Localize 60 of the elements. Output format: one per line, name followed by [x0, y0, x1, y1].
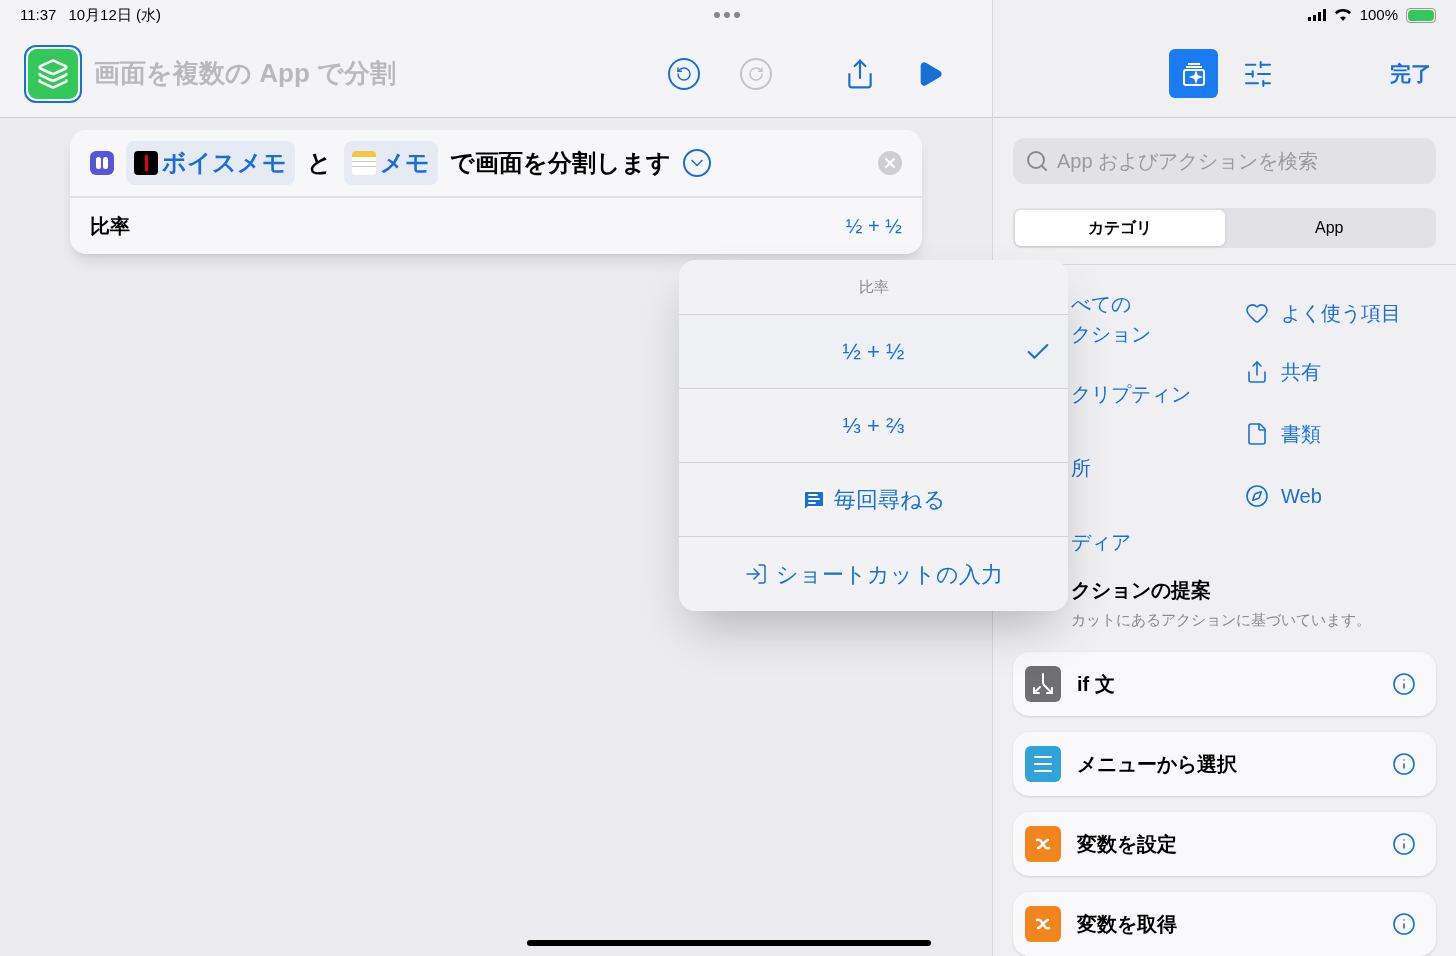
category-link[interactable]: ディア — [1071, 513, 1205, 571]
cellular-signal-icon — [1307, 9, 1326, 21]
search-field[interactable]: App およびアクションを検索 — [1013, 138, 1436, 184]
multitasking-dots-icon[interactable] — [714, 12, 740, 18]
info-icon[interactable] — [1392, 751, 1416, 776]
action-text: と — [307, 148, 332, 178]
action-library-button[interactable] — [1169, 49, 1218, 98]
done-button[interactable]: 完了 — [1390, 57, 1432, 90]
popover-option[interactable]: ショートカットの入力 — [679, 537, 1068, 611]
input-icon — [744, 562, 768, 586]
close-icon — [882, 155, 898, 171]
action-name: 変数を取得 — [1077, 911, 1177, 937]
split-screen-icon — [90, 151, 114, 175]
expand-chevron-icon[interactable] — [683, 149, 711, 177]
category-link[interactable]: よく使う項目 — [1245, 285, 1456, 341]
segment-tab[interactable]: カテゴリ — [1015, 210, 1225, 246]
popover-option[interactable]: 毎回尋ねる — [679, 463, 1068, 537]
battery-charging-icon — [1406, 7, 1436, 23]
info-icon[interactable] — [1392, 671, 1416, 696]
category-link[interactable]: クリプティン — [1071, 365, 1205, 423]
action-text: で画面を分割します — [450, 148, 671, 178]
app-token[interactable]: メモ — [344, 141, 438, 185]
category-link[interactable]: 書類 — [1245, 403, 1456, 465]
speech-bubble-icon — [801, 487, 826, 512]
popover-option[interactable]: ⅓ + ⅔ — [679, 389, 1068, 463]
heart-icon — [1245, 301, 1269, 325]
category-link[interactable]: 所 — [1071, 439, 1205, 497]
voice-memo-app-icon — [134, 151, 158, 175]
action-suggestion[interactable]: 変数を設定 — [1013, 811, 1436, 876]
category-link[interactable]: 共有 — [1245, 341, 1456, 403]
shortcut-app-icon[interactable] — [24, 44, 82, 103]
section-heading: クションの提案 — [1071, 578, 1212, 603]
undo-icon — [676, 65, 692, 82]
undo-button[interactable] — [668, 57, 700, 90]
search-icon — [1025, 149, 1049, 173]
parameter-label: 比率 — [90, 214, 130, 239]
parameter-value[interactable]: ½ + ½ — [845, 211, 902, 241]
share-icon — [1245, 360, 1269, 384]
battery-percentage: 100% — [1359, 4, 1398, 25]
section-subtitle: カットにあるアクションに基づいています。 — [1071, 610, 1372, 630]
document-icon — [1245, 422, 1269, 446]
segment-tab[interactable]: App — [1224, 210, 1434, 246]
category-link[interactable]: Web — [1245, 465, 1456, 527]
notes-app-icon — [352, 151, 376, 175]
category-link[interactable]: べての クション — [1071, 289, 1205, 349]
popover-option[interactable]: ½ + ½ — [679, 315, 1068, 389]
status-date: 10月12日 (水) — [68, 4, 161, 25]
wifi-icon — [1333, 8, 1352, 22]
action-suggestion[interactable]: メニューから選択 — [1013, 731, 1436, 796]
action-suggestion[interactable]: 変数を取得 — [1013, 891, 1436, 956]
action-name: メニューから選択 — [1077, 751, 1237, 777]
redo-icon — [748, 65, 764, 82]
info-icon[interactable] — [1392, 831, 1416, 856]
info-icon[interactable] — [1392, 911, 1416, 936]
action-name: if 文 — [1077, 671, 1115, 697]
app-token[interactable]: ボイスメモ — [126, 141, 295, 185]
status-time: 11:37 — [20, 4, 57, 25]
action-suggestion[interactable]: if 文 — [1013, 651, 1436, 716]
compass-icon — [1245, 484, 1269, 508]
action-name: 変数を設定 — [1077, 831, 1177, 857]
